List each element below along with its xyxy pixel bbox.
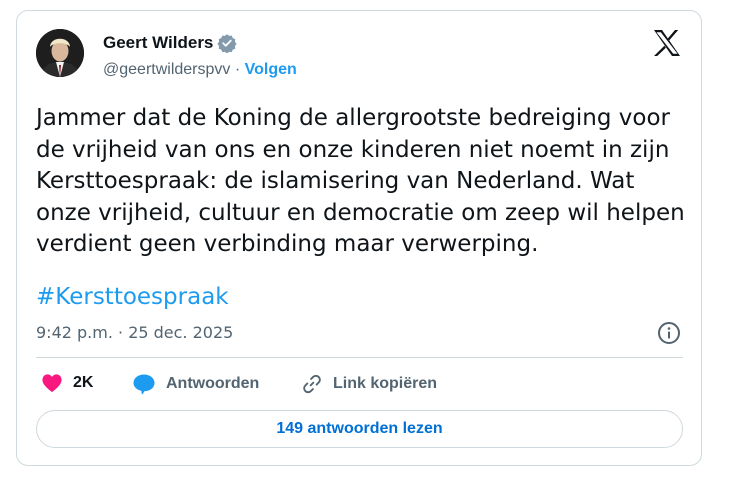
tweet-text: Jammer dat de Koning de allergrootste be…: [36, 105, 685, 257]
avatar-image: [36, 29, 84, 77]
reply-button[interactable]: Antwoorden: [132, 373, 259, 395]
author-handle-row: @geertwilderspvv · Volgen: [103, 61, 297, 79]
author-name-row[interactable]: Geert Wilders: [103, 33, 237, 53]
hashtag-link[interactable]: #Kersttoespraak: [36, 284, 229, 310]
like-count: 2K: [73, 374, 94, 391]
divider: [36, 357, 683, 358]
avatar[interactable]: [36, 29, 84, 77]
reply-label: Antwoorden: [166, 375, 260, 392]
separator-dot: ·: [234, 61, 241, 78]
like-button[interactable]: 2K: [41, 373, 93, 393]
info-icon[interactable]: [657, 321, 681, 345]
author-name[interactable]: Geert Wilders: [103, 33, 213, 53]
copy-link-button[interactable]: Link kopiëren: [301, 373, 437, 395]
x-logo-icon[interactable]: [652, 29, 682, 57]
read-replies-button[interactable]: 149 antwoorden lezen: [36, 410, 683, 448]
reply-bubble-icon: [133, 374, 155, 395]
follow-button[interactable]: Volgen: [245, 61, 297, 78]
link-icon: [303, 374, 321, 394]
author-handle[interactable]: @geertwilderspvv: [103, 61, 230, 78]
copy-link-label: Link kopiëren: [333, 375, 438, 392]
tweet-card: Geert Wilders @geertwilderspvv · Volgen …: [16, 10, 702, 466]
verified-badge-icon: [217, 34, 237, 53]
heart-icon: [42, 374, 62, 393]
tweet-timestamp[interactable]: 9:42 p.m. · 25 dec. 2025: [36, 323, 233, 342]
